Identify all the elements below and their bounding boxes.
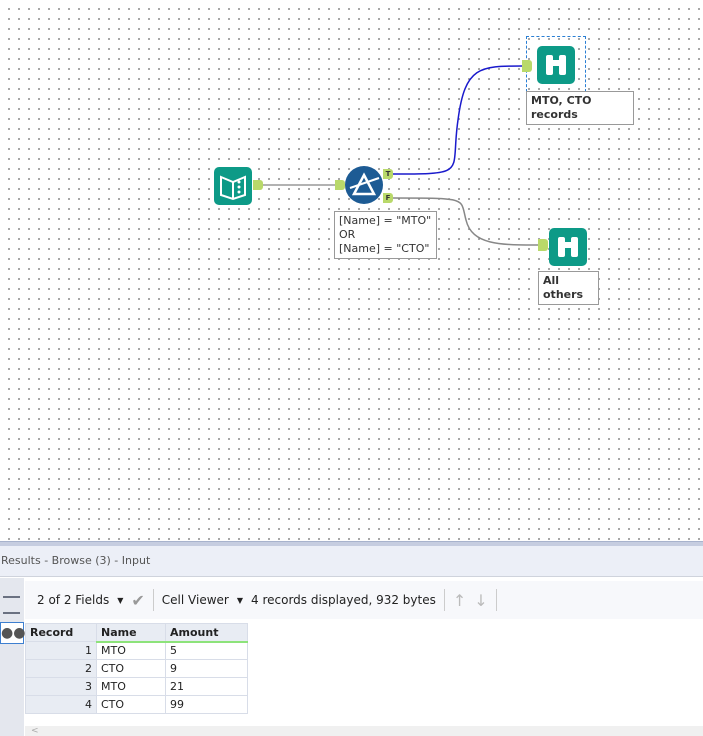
- filter-tool[interactable]: [345, 166, 383, 204]
- name-cell[interactable]: MTO: [96, 641, 166, 660]
- name-cell[interactable]: MTO: [96, 677, 166, 696]
- results-title: Results - Browse (3) - Input: [0, 546, 703, 577]
- browse-false-anchor[interactable]: [538, 239, 548, 251]
- arrow-up-icon[interactable]: ↑: [453, 591, 466, 610]
- amount-cell[interactable]: 5: [165, 641, 248, 660]
- book-icon: [220, 175, 246, 201]
- list-view-icon[interactable]: [3, 596, 20, 614]
- cell-viewer-dropdown[interactable]: Cell Viewer: [162, 593, 229, 607]
- binoculars-icon[interactable]: ●●: [0, 622, 25, 644]
- column-header-amount[interactable]: Amount: [165, 623, 248, 643]
- binoculars-icon: [546, 55, 566, 75]
- amount-cell[interactable]: 9: [165, 659, 248, 678]
- name-cell[interactable]: CTO: [96, 695, 166, 714]
- true-anchor[interactable]: T: [383, 169, 393, 179]
- column-header-record[interactable]: Record: [25, 623, 97, 642]
- filter-input-anchor[interactable]: [335, 180, 345, 190]
- scroll-left-button[interactable]: <: [31, 726, 39, 736]
- false-anchor[interactable]: F: [383, 193, 393, 203]
- browse-tool-true[interactable]: [537, 46, 575, 84]
- name-cell[interactable]: CTO: [96, 659, 166, 678]
- results-table: Record Name Amount 1 MTO 5 2 CTO 9 3 MTO 21 4C…: [25, 623, 248, 714]
- browse-true-anchor[interactable]: [522, 60, 532, 72]
- divider: [443, 589, 445, 611]
- filter-annotation: [Name] = "MTO" OR [Name] = "CTO": [334, 211, 437, 259]
- input-tool[interactable]: [214, 167, 252, 205]
- table-row[interactable]: 4 CTO 99: [25, 695, 248, 714]
- expression-line: OR: [339, 228, 356, 241]
- amount-cell[interactable]: 21: [165, 677, 248, 696]
- column-header-name[interactable]: Name: [96, 623, 166, 643]
- check-icon[interactable]: ✔: [131, 591, 144, 610]
- record-cell: 1: [25, 641, 97, 660]
- results-toolbar: 2 of 2 Fields ▼ ✔ Cell Viewer ▼ 4 record…: [25, 581, 703, 619]
- record-cell: 4: [25, 695, 97, 714]
- expression-line: [Name] = "CTO": [339, 242, 430, 255]
- horizontal-scrollbar[interactable]: <: [25, 726, 703, 736]
- fields-dropdown[interactable]: 2 of 2 Fields: [37, 593, 109, 607]
- binoculars-icon: [558, 237, 578, 257]
- expression-line: [Name] = "MTO": [339, 214, 432, 227]
- arrow-down-icon[interactable]: ↓: [474, 591, 487, 610]
- record-cell: 2: [25, 659, 97, 678]
- table-row[interactable]: 2 CTO 9: [25, 659, 248, 678]
- record-cell: 3: [25, 677, 97, 696]
- amount-cell[interactable]: 99: [165, 695, 248, 714]
- table-row[interactable]: 1 MTO 5: [25, 641, 248, 660]
- header-row: Record Name Amount: [25, 623, 248, 643]
- browse-tool-false[interactable]: [549, 228, 587, 266]
- record-status: 4 records displayed, 932 bytes: [251, 593, 436, 607]
- connection-true: [391, 65, 523, 175]
- filter-triangle-icon: [349, 172, 380, 196]
- chevron-down-icon[interactable]: ▼: [237, 596, 243, 605]
- divider: [152, 589, 154, 611]
- divider: [495, 589, 497, 611]
- table-row[interactable]: 3 MTO 21: [25, 677, 248, 696]
- chevron-down-icon[interactable]: ▼: [117, 596, 123, 605]
- browse-false-label: All others: [538, 271, 599, 305]
- input-output-anchor[interactable]: [253, 180, 263, 190]
- results-sidebar: ●●: [0, 578, 25, 736]
- workflow-canvas[interactable]: T F [Name] = "MTO" OR [Name] = "CTO" MTO…: [0, 0, 703, 541]
- browse-true-label: MTO, CTO records: [526, 91, 634, 125]
